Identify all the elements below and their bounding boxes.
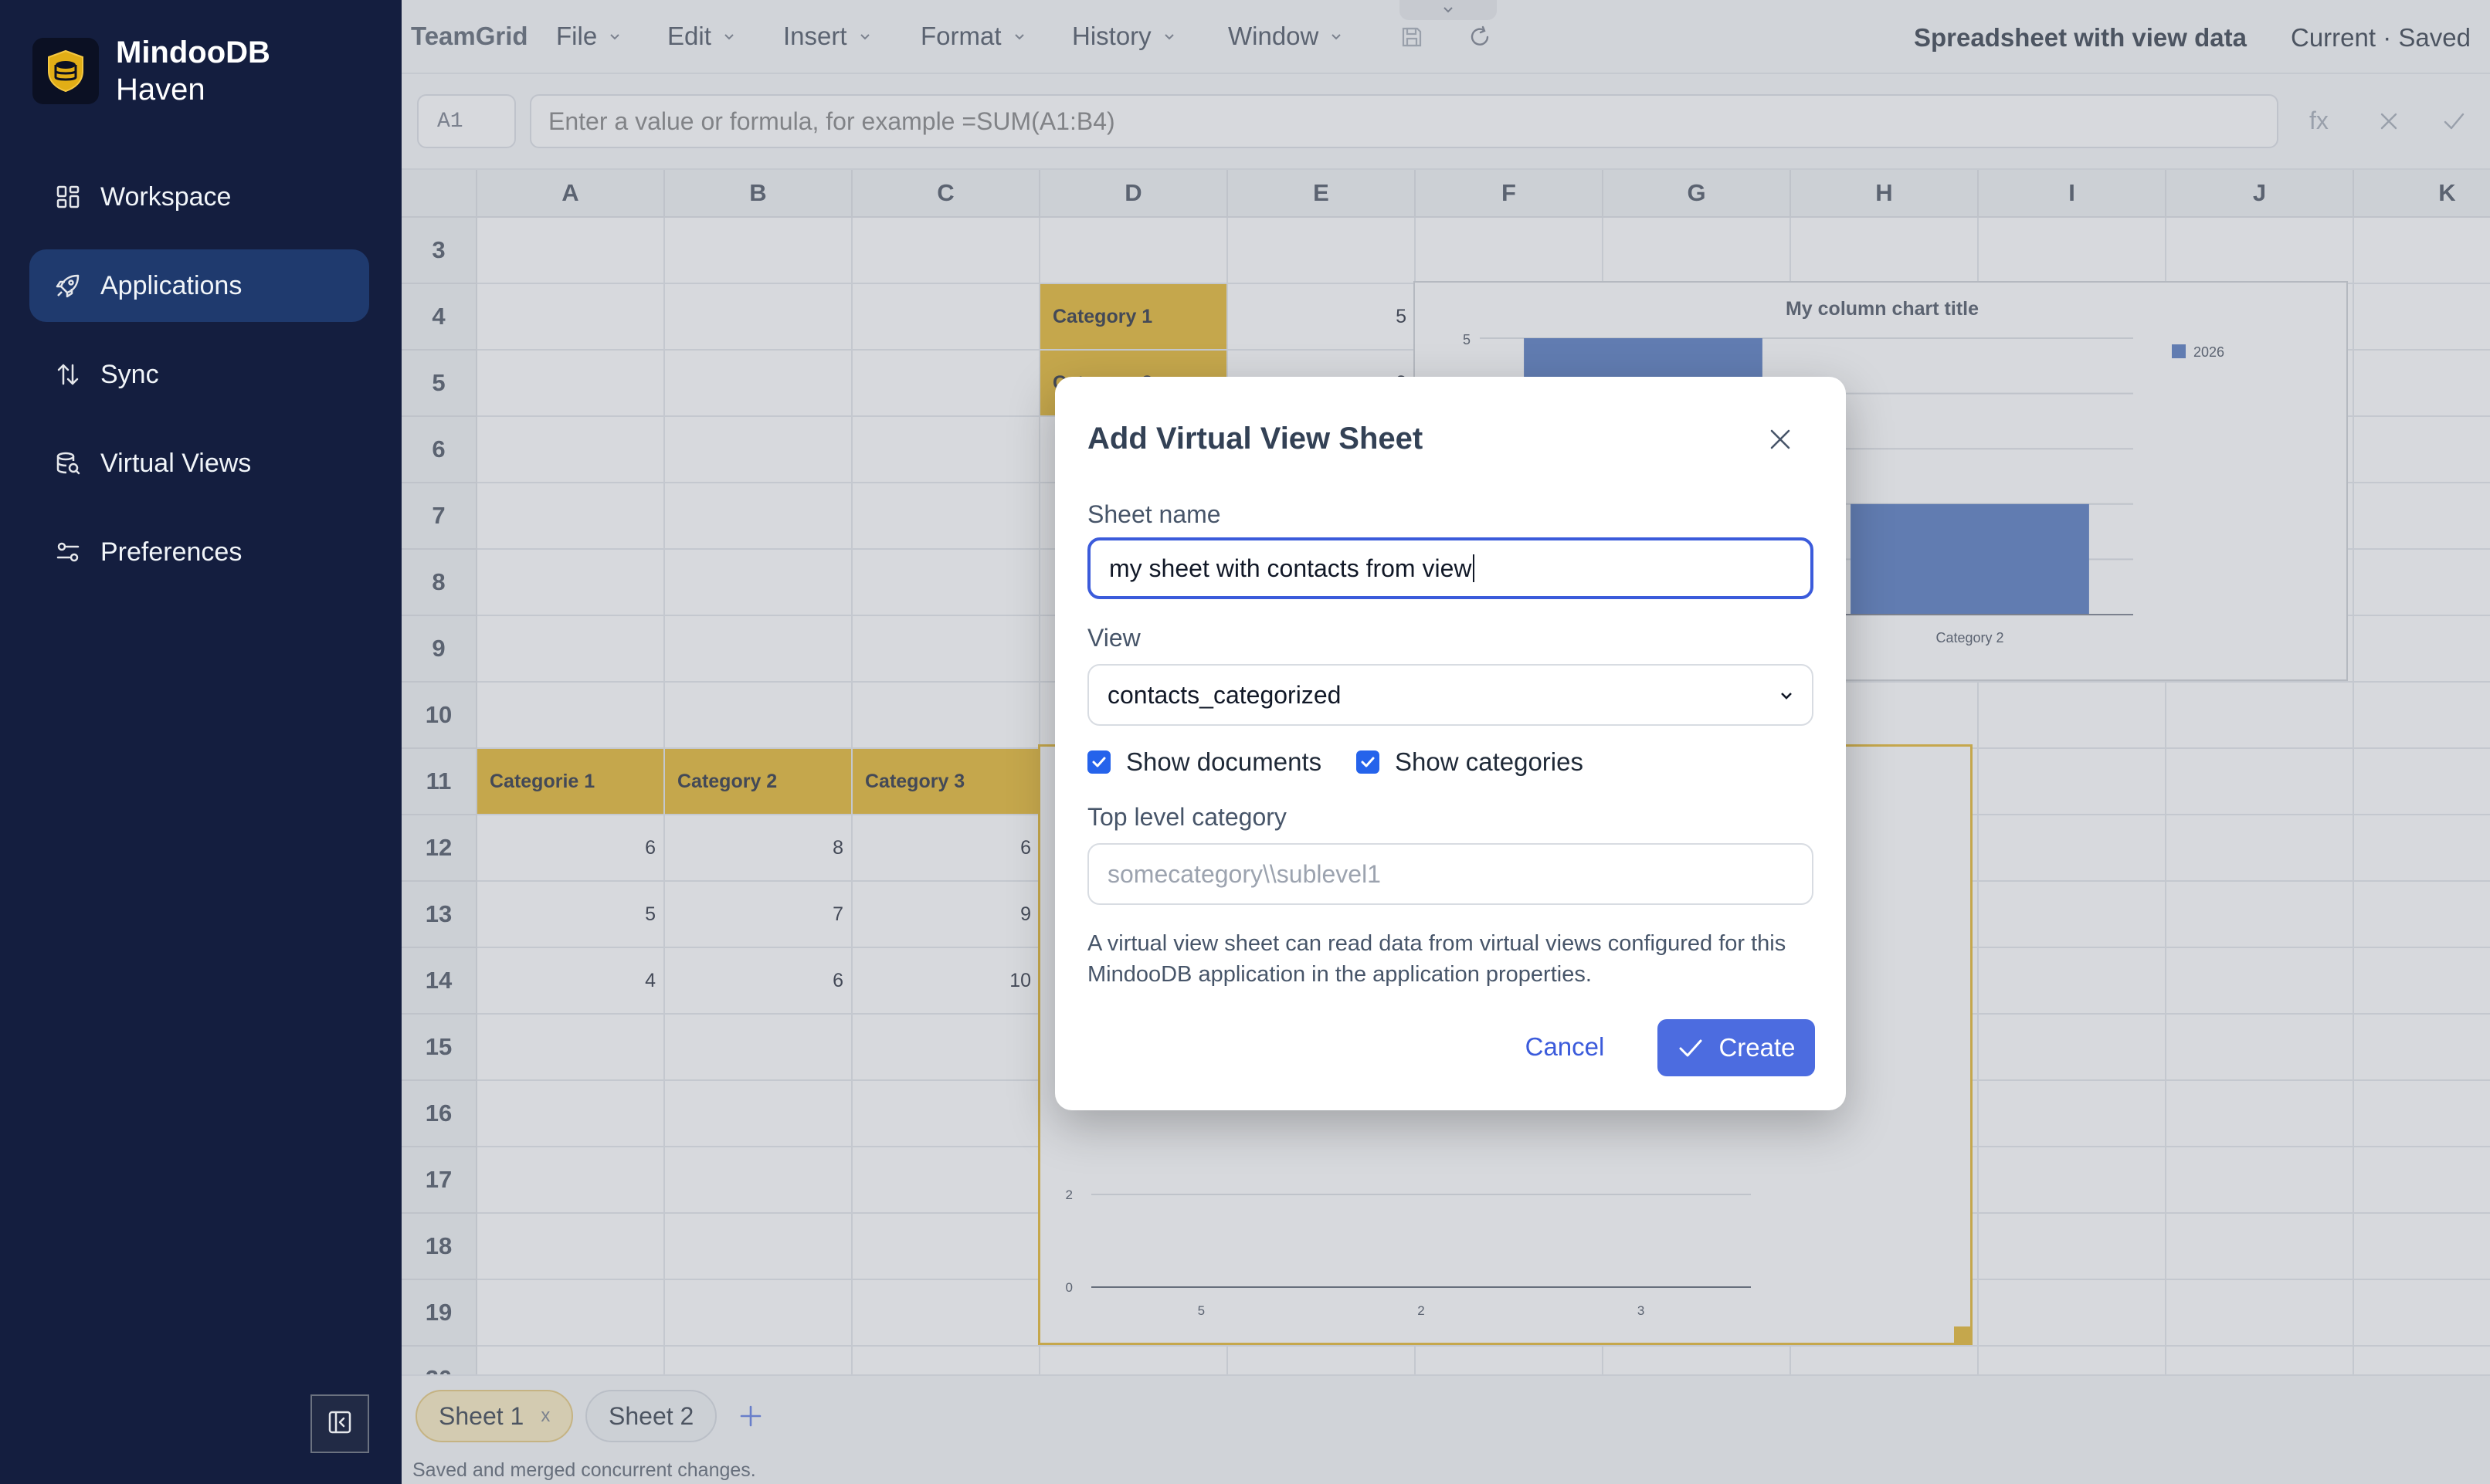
show-documents-label: Show documents (1126, 747, 1322, 776)
brand-subtitle: Haven (116, 73, 205, 107)
view-select-value: contacts_categorized (1108, 680, 1342, 709)
sheet-name-value: my sheet with contacts from view (1109, 554, 1472, 582)
show-documents-checkbox[interactable] (1087, 750, 1111, 774)
dialog-title: Add Virtual View Sheet (1087, 422, 1423, 456)
sidebar-item-sync[interactable]: Sync (29, 338, 369, 411)
sidebar-nav: Workspace Applications Sync Virtual View… (29, 161, 369, 605)
top-level-category-placeholder: somecategory\\sublevel1 (1108, 859, 1381, 888)
show-categories-label: Show categories (1395, 747, 1583, 776)
sheet-name-label: Sheet name (1087, 500, 1221, 528)
sidebar-item-label: Preferences (100, 537, 243, 567)
top-level-category-input[interactable]: somecategory\\sublevel1 (1087, 843, 1813, 905)
create-button[interactable]: Create (1657, 1019, 1815, 1076)
checkmark-icon (1361, 757, 1375, 767)
checkmark-icon (1092, 757, 1106, 767)
show-categories-checkbox[interactable] (1356, 750, 1379, 774)
sidebar-collapse-icon (327, 1410, 352, 1438)
brand-title: MindooDB (116, 36, 270, 69)
sidebar-item-preferences[interactable]: Preferences (29, 516, 369, 588)
create-button-label: Create (1718, 1033, 1796, 1062)
cancel-button[interactable]: Cancel (1518, 1019, 1611, 1075)
sidebar-item-label: Applications (100, 270, 243, 300)
checkmark-icon (1679, 1039, 1702, 1057)
sidebar-item-label: Sync (100, 359, 159, 389)
sidebar-item-virtual-views[interactable]: Virtual Views (29, 427, 369, 500)
sidebar-item-label: Virtual Views (100, 448, 252, 478)
sliders-icon (54, 538, 82, 566)
sidebar-item-workspace[interactable]: Workspace (29, 161, 369, 233)
sidebar: MindooDB Haven Workspace Applications Sy… (0, 0, 402, 1484)
sidebar-item-label: Workspace (100, 181, 232, 212)
database-search-icon (54, 449, 82, 477)
top-level-category-label: Top level category (1087, 803, 1287, 831)
view-select[interactable]: contacts_categorized (1087, 664, 1813, 726)
view-label: View (1087, 624, 1141, 652)
sidebar-item-applications[interactable]: Applications (29, 249, 369, 322)
grid-icon (54, 183, 82, 211)
show-documents-option[interactable]: Show documents (1087, 747, 1321, 777)
text-caret (1473, 554, 1475, 582)
sheet-name-input[interactable]: my sheet with contacts from view (1087, 537, 1813, 599)
close-icon[interactable] (1766, 425, 1795, 454)
chevron-down-icon (1781, 693, 1792, 700)
dialog-help-text: A virtual view sheet can read data from … (1087, 931, 1786, 987)
brand: MindooDB Haven (32, 34, 270, 108)
mindoodb-logo-icon (32, 38, 99, 104)
collapse-sidebar-button[interactable] (310, 1394, 369, 1453)
sync-arrows-icon (54, 361, 82, 388)
rocket-icon (54, 272, 82, 300)
add-virtual-view-sheet-dialog: Add Virtual View Sheet Sheet name my she… (1055, 377, 1846, 1110)
show-categories-option[interactable]: Show categories (1356, 747, 1583, 777)
